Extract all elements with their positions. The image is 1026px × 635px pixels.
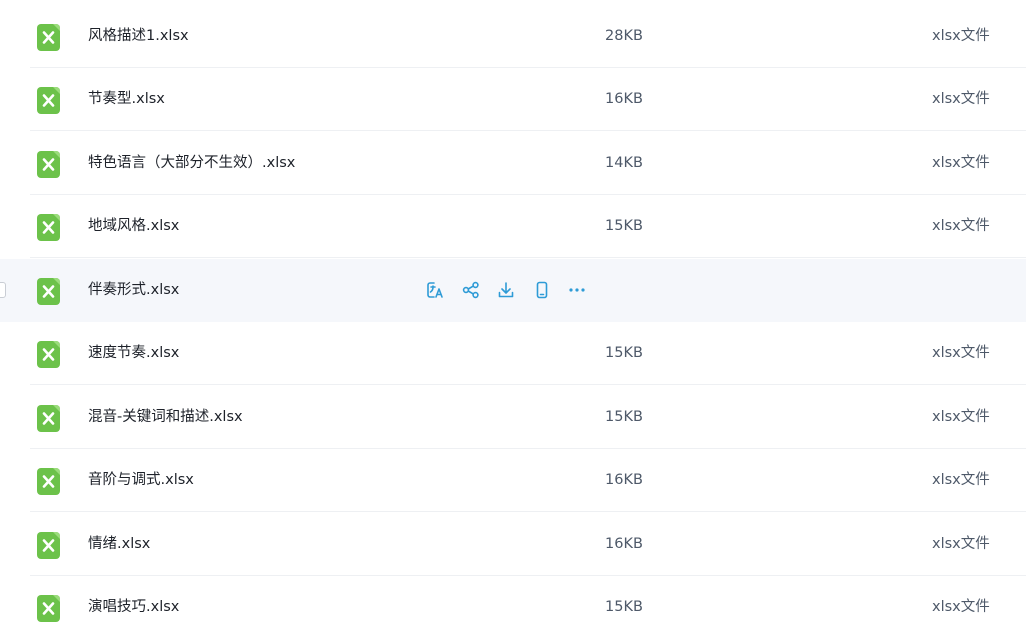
- row-actions: [424, 279, 602, 301]
- file-type: xlsx文件: [932, 536, 990, 552]
- file-type: xlsx文件: [932, 409, 990, 425]
- share-icon[interactable]: [460, 279, 482, 301]
- xlsx-file-icon: [37, 278, 60, 305]
- file-size: 16KB: [605, 536, 643, 552]
- file-name[interactable]: 伴奏形式.xlsx: [88, 259, 179, 322]
- table-row[interactable]: 情绪.xlsx 16KB xlsx文件: [0, 513, 1026, 576]
- file-name[interactable]: 演唱技巧.xlsx: [88, 576, 179, 635]
- file-type: xlsx文件: [932, 155, 990, 171]
- file-name[interactable]: 音阶与调式.xlsx: [88, 449, 194, 512]
- file-name[interactable]: 风格描述1.xlsx: [88, 5, 189, 68]
- xlsx-file-icon: [37, 341, 60, 368]
- xlsx-file-icon: [37, 214, 60, 241]
- table-row[interactable]: 特色语言（大部分不生效）.xlsx 14KB xlsx文件: [0, 132, 1026, 195]
- file-size: 14KB: [605, 155, 643, 171]
- file-name[interactable]: 情绪.xlsx: [88, 513, 150, 576]
- table-row[interactable]: 风格描述1.xlsx 28KB xlsx文件: [0, 5, 1026, 68]
- file-type: xlsx文件: [932, 345, 990, 361]
- file-type: xlsx文件: [932, 472, 990, 488]
- table-row[interactable]: 演唱技巧.xlsx 15KB xlsx文件: [0, 576, 1026, 635]
- file-type: xlsx文件: [932, 91, 990, 107]
- more-icon[interactable]: [566, 279, 588, 301]
- table-row[interactable]: 伴奏形式.xlsx: [0, 259, 1026, 322]
- row-divider: [30, 511, 1026, 512]
- table-row[interactable]: 地域风格.xlsx 15KB xlsx文件: [0, 195, 1026, 258]
- file-size: 15KB: [605, 345, 643, 361]
- file-name[interactable]: 节奏型.xlsx: [88, 68, 165, 131]
- mobile-icon[interactable]: [531, 279, 553, 301]
- table-row[interactable]: 速度节奏.xlsx 15KB xlsx文件: [0, 322, 1026, 385]
- file-type: xlsx文件: [932, 218, 990, 234]
- download-icon[interactable]: [495, 279, 517, 301]
- file-size: 16KB: [605, 91, 643, 107]
- xlsx-file-icon: [37, 24, 60, 51]
- table-row[interactable]: 节奏型.xlsx 16KB xlsx文件: [0, 68, 1026, 131]
- file-size: 16KB: [605, 472, 643, 488]
- file-size: 28KB: [605, 28, 643, 44]
- row-divider: [30, 384, 1026, 385]
- table-row[interactable]: 音阶与调式.xlsx 16KB xlsx文件: [0, 449, 1026, 512]
- table-row[interactable]: 混音-关键词和描述.xlsx 15KB xlsx文件: [0, 386, 1026, 449]
- file-size: 15KB: [605, 218, 643, 234]
- xlsx-file-icon: [37, 468, 60, 495]
- file-size: 15KB: [605, 599, 643, 615]
- file-name[interactable]: 特色语言（大部分不生效）.xlsx: [88, 132, 295, 195]
- xlsx-file-icon: [37, 151, 60, 178]
- file-list: 风格描述1.xlsx 28KB xlsx文件 节奏型.xlsx 16KB xls…: [0, 0, 1026, 635]
- xlsx-file-icon: [37, 595, 60, 622]
- row-divider: [30, 257, 1026, 258]
- xlsx-file-icon: [37, 405, 60, 432]
- xlsx-file-icon: [37, 532, 60, 559]
- translate-icon[interactable]: [424, 279, 446, 301]
- file-type: xlsx文件: [932, 28, 990, 44]
- row-checkbox[interactable]: [0, 282, 6, 298]
- file-name[interactable]: 地域风格.xlsx: [88, 195, 179, 258]
- file-size: 15KB: [605, 409, 643, 425]
- row-divider: [30, 130, 1026, 131]
- file-type: xlsx文件: [932, 599, 990, 615]
- xlsx-file-icon: [37, 87, 60, 114]
- file-name[interactable]: 速度节奏.xlsx: [88, 322, 179, 385]
- file-name[interactable]: 混音-关键词和描述.xlsx: [88, 386, 243, 449]
